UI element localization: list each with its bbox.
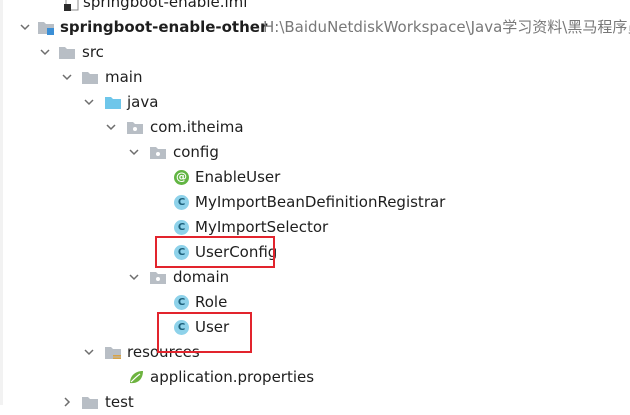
tree-item-label: MyImportBeanDefinitionRegistrar bbox=[195, 193, 446, 211]
module-folder-icon bbox=[37, 19, 55, 36]
source-folder-icon bbox=[104, 94, 122, 111]
chevron-down-icon[interactable] bbox=[18, 20, 32, 34]
folder-icon bbox=[58, 44, 76, 61]
chevron-right-icon[interactable] bbox=[60, 395, 74, 409]
class-icon: C bbox=[174, 320, 189, 335]
tree-item-label: domain bbox=[173, 268, 230, 286]
iml-file-icon bbox=[63, 0, 81, 11]
tree-item-label: src bbox=[82, 43, 104, 61]
tree-item-label: springboot-enable.iml bbox=[83, 0, 248, 11]
chevron-down-icon[interactable] bbox=[38, 45, 52, 59]
package-icon bbox=[126, 119, 144, 136]
tree-item-label: application.properties bbox=[150, 368, 315, 386]
class-icon: C bbox=[174, 195, 189, 210]
tree-item-label: resources bbox=[127, 343, 200, 361]
annotation-icon: @ bbox=[174, 170, 189, 185]
chevron-down-icon[interactable] bbox=[82, 95, 96, 109]
package-icon bbox=[149, 269, 167, 286]
class-icon: C bbox=[174, 295, 189, 310]
chevron-down-icon[interactable] bbox=[127, 145, 141, 159]
class-icon: C bbox=[174, 220, 189, 235]
tree-item-label: config bbox=[173, 143, 219, 161]
tree-item-label: com.itheima bbox=[150, 118, 244, 136]
tree-item-label: test bbox=[105, 393, 134, 411]
tree-item-label: MyImportSelector bbox=[195, 218, 329, 236]
tree-item-label: EnableUser bbox=[195, 168, 281, 186]
panel-gutter bbox=[0, 0, 3, 405]
tree-item-label: java bbox=[127, 93, 159, 111]
chevron-down-icon[interactable] bbox=[82, 345, 96, 359]
folder-icon bbox=[81, 394, 99, 411]
tree-item-label: UserConfig bbox=[195, 243, 278, 261]
tree-item-label: main bbox=[105, 68, 143, 86]
module-path-text: H:\BaiduNetdiskWorkspace\Java学习资料\黑马程序员 bbox=[263, 18, 630, 36]
chevron-down-icon[interactable] bbox=[127, 270, 141, 284]
folder-icon bbox=[81, 69, 99, 86]
tree-item-label: Role bbox=[195, 293, 228, 311]
chevron-down-icon[interactable] bbox=[104, 120, 118, 134]
resources-folder-icon bbox=[104, 344, 122, 361]
spring-leaf-icon bbox=[127, 369, 145, 386]
tree-item-label: User bbox=[195, 318, 230, 336]
class-icon: C bbox=[174, 245, 189, 260]
chevron-down-icon[interactable] bbox=[60, 70, 74, 84]
package-icon bbox=[149, 144, 167, 161]
tree-item-label: springboot-enable-other bbox=[60, 18, 268, 36]
